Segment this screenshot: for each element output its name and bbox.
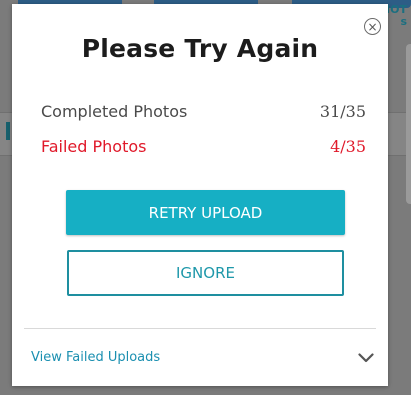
dialog-title: Please Try Again [81, 34, 319, 63]
retry-upload-label: RETRY UPLOAD [148, 203, 263, 222]
failed-photos-label: Failed Photos [41, 137, 147, 156]
divider [24, 328, 376, 329]
retry-upload-dialog: × Please Try Again Completed Photos 31/3… [12, 4, 388, 386]
completed-photos-row: Completed Photos 31/35 [41, 102, 366, 121]
ignore-label: IGNORE [176, 264, 235, 282]
view-failed-uploads-link[interactable]: View Failed Uploads [31, 350, 160, 365]
chevron-down-icon[interactable] [358, 352, 374, 363]
retry-upload-button[interactable]: RETRY UPLOAD [66, 190, 345, 235]
failed-photos-row: Failed Photos 4/35 [41, 137, 366, 156]
background-accent-mark [6, 122, 10, 140]
view-failed-uploads-toggle[interactable]: View Failed Uploads [31, 350, 374, 365]
completed-photos-count: 31/35 [319, 102, 366, 121]
completed-photos-label: Completed Photos [41, 102, 188, 121]
close-button[interactable]: × [364, 18, 381, 35]
failed-photos-count: 4/35 [330, 137, 366, 156]
close-icon: × [367, 19, 378, 34]
background-edge-panel [406, 44, 411, 204]
ignore-button[interactable]: IGNORE [67, 250, 344, 296]
